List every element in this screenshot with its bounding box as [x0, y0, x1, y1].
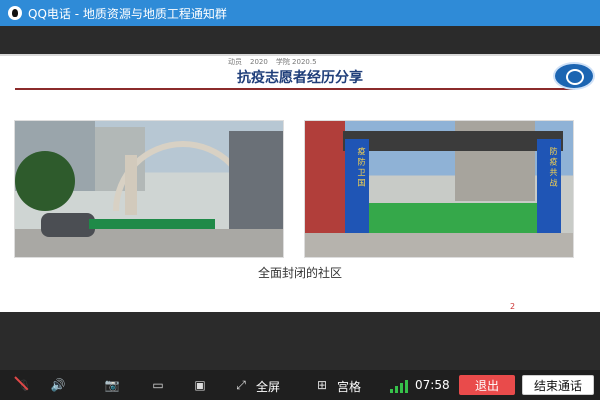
top-small-3: 学院 2020.5 [275, 57, 317, 66]
call-time: 07:58 [415, 378, 450, 392]
shared-slide: 动员 2020 学院 2020.5 抗疫志愿者经历分享 疫 防 卫 国 防 疫 … [0, 54, 600, 312]
slide-top-small-text: 动员 2020 学院 2020.5 [228, 57, 378, 66]
parked-car [41, 213, 95, 237]
slide-title: 抗疫志愿者经历分享 [237, 70, 363, 86]
top-small-1: 动员 [228, 57, 242, 66]
exit-button[interactable]: 退出 [459, 375, 515, 395]
speaker-icon[interactable]: 🔊 [50, 377, 66, 393]
qq-logo-icon [8, 6, 22, 20]
slide-caption: 全面封闭的社区 [257, 266, 342, 280]
end-call-button[interactable]: 结束通话 [522, 375, 594, 395]
network-signal-icon [390, 379, 410, 393]
title-rule [15, 88, 575, 90]
screen-share-icon[interactable]: ▭ [150, 377, 166, 393]
gate-post-left-text: 疫 防 卫 国 [357, 147, 366, 187]
green-wall [369, 203, 537, 235]
archway-pillar-left [125, 155, 137, 215]
green-barrier [89, 219, 215, 229]
grid-view-label[interactable]: 宫格 [337, 378, 361, 395]
window-titlebar: QQ电话 - 地质资源与地质工程通知群 [0, 0, 600, 26]
gate-top-beam [343, 131, 563, 151]
gate-post-right-text: 防 疫 共 战 [549, 147, 558, 187]
fullscreen-icon[interactable]: ⤢ [233, 377, 249, 393]
call-control-bar: 🔊 📷 ▭ ▣ ⤢ 全屏 ⊞ 宫格 07:58 退出 结束通话 [0, 370, 600, 400]
presentation-icon[interactable]: ▣ [192, 377, 208, 393]
university-logo-icon [553, 62, 595, 90]
camera-off-icon[interactable]: 📷 [104, 377, 120, 393]
shopfront [229, 131, 283, 239]
gate-post-left: 疫 防 卫 国 [345, 139, 369, 243]
top-small-2: 2020 [250, 57, 268, 66]
road-right [305, 233, 573, 257]
gate-post-right: 防 疫 共 战 [537, 139, 561, 243]
photo-community-gate-left [14, 120, 284, 258]
photo-community-gate-right: 疫 防 卫 国 防 疫 共 战 [304, 120, 574, 258]
tree [15, 151, 75, 211]
window-title: QQ电话 - 地质资源与地质工程通知群 [28, 6, 227, 21]
grid-view-icon[interactable]: ⊞ [314, 377, 330, 393]
slide-page-number: 2 [510, 302, 516, 311]
fullscreen-label[interactable]: 全屏 [256, 378, 280, 395]
